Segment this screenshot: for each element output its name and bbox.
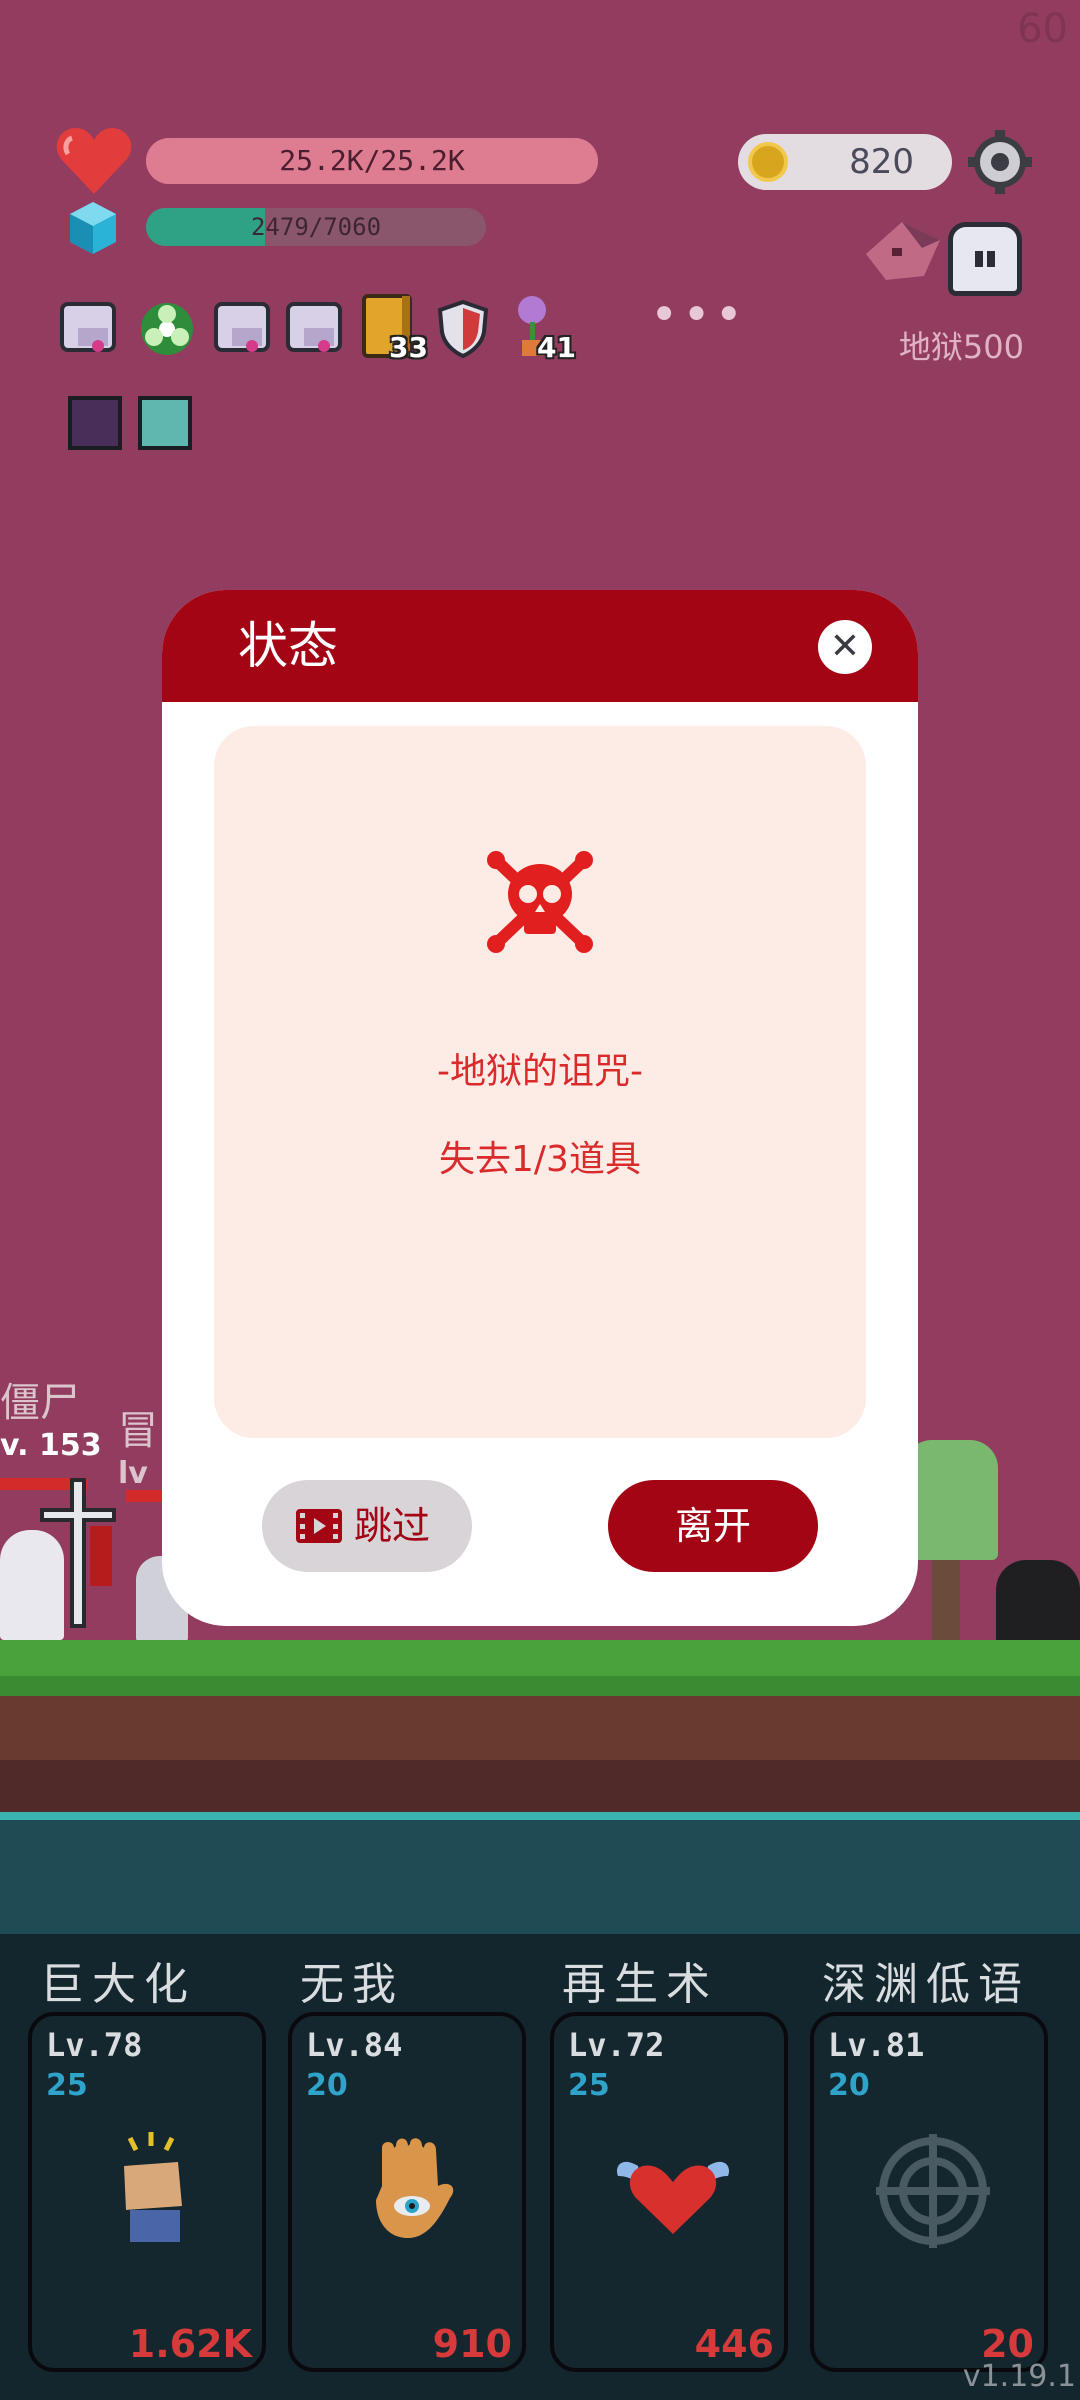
grass-shadow	[0, 1676, 1080, 1696]
crosshair-icon	[876, 2134, 990, 2248]
bush	[996, 1560, 1080, 1650]
fps-counter: 60	[1017, 6, 1068, 52]
tree	[904, 1440, 998, 1560]
heart-icon	[56, 128, 132, 194]
skill-cost: 20	[306, 2068, 348, 2103]
stage-label: 地狱500	[898, 328, 1024, 366]
coin-icon	[748, 142, 788, 182]
enemy-label: 僵尸 v. 153	[0, 1370, 102, 1463]
skull-crossbones-icon	[487, 851, 593, 953]
status-dialog: 状态 ✕ -地狱的诅咒- 失去1/3道具 跳过 离开	[162, 590, 918, 1626]
dialog-header: 状态 ✕	[162, 590, 918, 702]
item-shield[interactable]	[432, 298, 494, 360]
xp-bar: 2479/7060	[146, 208, 486, 246]
pet-icon[interactable]	[862, 218, 944, 284]
close-button[interactable]: ✕	[818, 620, 872, 674]
item-ribbon-scroll[interactable]	[284, 298, 346, 360]
skip-label: 跳过	[354, 1504, 431, 1548]
more-items-button[interactable]: •••	[650, 291, 747, 339]
skill-level: Lv.72	[568, 2026, 665, 2064]
dirt-deep	[0, 1760, 1080, 1816]
water-surface	[0, 1812, 1080, 1820]
skill-level: Lv.78	[46, 2026, 143, 2064]
curse-description: 失去1/3道具	[439, 1139, 641, 1180]
leave-label: 离开	[674, 1504, 751, 1548]
skill-cost: 25	[568, 2068, 610, 2103]
skill-value: 446	[694, 2322, 774, 2366]
tree-trunk	[932, 1560, 960, 1640]
hamsa-eye-icon	[376, 2138, 454, 2238]
skill-name: 巨大化	[40, 1959, 196, 2010]
item-ribbon-scroll[interactable]	[212, 298, 274, 360]
hp-text: 25.2K/25.2K	[279, 144, 465, 177]
item-flower[interactable]: 41	[506, 294, 576, 364]
gear-icon[interactable]	[968, 130, 1032, 194]
winged-heart-icon	[616, 2161, 730, 2234]
item-ribbon-scroll[interactable]	[58, 298, 120, 360]
zombie-sprite	[0, 1530, 64, 1640]
item-book[interactable]: 33	[358, 294, 428, 364]
skill-level: Lv.84	[306, 2026, 403, 2064]
ghost-icon[interactable]	[948, 222, 1022, 296]
skill-name: 深渊低语	[822, 1959, 1030, 2010]
close-icon: ✕	[829, 626, 861, 667]
hp-bar: 25.2K/25.2K	[146, 138, 598, 184]
skill-card-regen[interactable]: Lv.72 25 446	[550, 2012, 788, 2372]
skill-cost: 25	[46, 2068, 88, 2103]
curse-panel: -地狱的诅咒- 失去1/3道具	[214, 726, 866, 1438]
gem-icon	[70, 202, 116, 254]
enemy-name: 冒	[118, 1408, 158, 1454]
dialog-title: 状态	[238, 617, 338, 675]
leave-button[interactable]: 离开	[608, 1480, 818, 1572]
skill-card-selfless[interactable]: Lv.84 20 910	[288, 2012, 526, 2372]
version-label: v1.19.1	[962, 2359, 1076, 2394]
water	[0, 1816, 1080, 1934]
buff-lightbulb-icon[interactable]	[138, 396, 192, 450]
item-count: 33	[389, 331, 428, 364]
enemy-level: v. 153	[0, 1428, 102, 1463]
item-count: 41	[537, 331, 576, 364]
coin-count: 820	[849, 142, 914, 182]
buff-monster-icon[interactable]	[68, 396, 122, 450]
item-biohazard[interactable]	[136, 298, 198, 360]
curse-title: -地狱的诅咒-	[437, 1051, 643, 1092]
skill-value: 910	[432, 2322, 512, 2366]
skill-name: 无我	[300, 1959, 404, 2010]
enemy-health-bar	[126, 1490, 166, 1502]
xp-text: 2479/7060	[250, 213, 382, 241]
skill-cost: 20	[828, 2068, 870, 2103]
coin-display: 820	[738, 134, 952, 190]
skill-card-abyss-whisper[interactable]: Lv.81 20 20	[810, 2012, 1048, 2372]
video-icon	[296, 1509, 342, 1543]
fist-icon	[124, 2132, 182, 2242]
skill-card-enlarge[interactable]: Lv.78 25 1.62K	[28, 2012, 266, 2372]
skill-name: 再生术	[562, 1959, 718, 2010]
skill-value: 1.62K	[128, 2322, 252, 2366]
skill-level: Lv.81	[828, 2026, 925, 2064]
skip-button[interactable]: 跳过	[262, 1480, 472, 1572]
enemy-name: 僵尸	[0, 1380, 80, 1426]
